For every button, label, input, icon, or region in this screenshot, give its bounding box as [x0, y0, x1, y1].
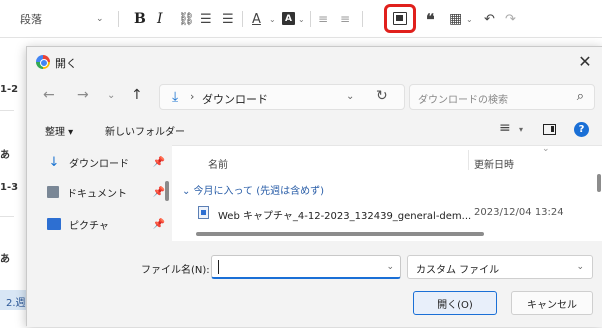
file-name: Web キャプチャ_4-12-2023_132439_general-dem..…: [218, 211, 472, 222]
navigation-bar: ← → ⌄ ↑ ⤓ › ダウンロード ⌄ ↻ ダウンロードの検索 ⌕: [27, 79, 602, 113]
chrome-icon: [36, 55, 50, 69]
nav-item-documents[interactable]: ドキュメント 📌: [47, 183, 165, 201]
filename-input[interactable]: ⌄: [211, 255, 401, 279]
column-header-name[interactable]: 名前: [208, 156, 228, 171]
bold-button[interactable]: B: [134, 10, 146, 28]
editor-line: [0, 216, 14, 217]
horizontal-scrollbar[interactable]: [196, 232, 484, 236]
font-color-icon[interactable]: A: [252, 10, 261, 28]
nav-item-label: ピクチャ: [69, 220, 109, 232]
italic-button[interactable]: I: [157, 10, 163, 28]
quote-icon[interactable]: ❝: [426, 10, 435, 29]
filename-label: ファイル名(N):: [141, 265, 210, 276]
refresh-icon[interactable]: ↻: [376, 88, 388, 104]
chevron-down-icon[interactable]: ⌄: [298, 10, 305, 28]
link-icon[interactable]: ⛓: [178, 10, 195, 28]
dialog-title: 開く: [55, 57, 77, 70]
toolbar-divider: [362, 11, 363, 27]
open-file-dialog: 開く ✕ ← → ⌄ ↑ ⤓ › ダウンロード ⌄ ↻ ダウンロードの検索 ⌕ …: [26, 46, 602, 327]
nav-item-downloads[interactable]: ↓ ダウンロード 📌: [47, 153, 165, 171]
column-header-date[interactable]: 更新日時: [474, 156, 514, 171]
text-caret: [218, 260, 219, 274]
outdent-icon[interactable]: ≡: [340, 10, 350, 28]
command-bar: 整理 ▾ 新しいフォルダー ≡ ▾ ?: [27, 117, 602, 143]
editor-text-fragment: あ: [0, 150, 10, 161]
sort-chevron-icon: ⌄: [542, 144, 550, 154]
editor-text-fragment: あ: [0, 254, 10, 265]
new-folder-button[interactable]: 新しいフォルダー: [105, 123, 185, 138]
chevron-down-icon[interactable]: ⌄: [466, 10, 473, 28]
search-icon[interactable]: ⌕: [577, 89, 584, 104]
pictures-icon: [47, 218, 61, 230]
editor-text-fragment: 1-2: [0, 84, 19, 95]
nav-item-label: ドキュメント: [67, 188, 127, 200]
pin-icon: 📌: [152, 156, 165, 168]
close-icon[interactable]: ✕: [574, 50, 596, 72]
chevron-down-icon[interactable]: ▾: [519, 125, 523, 134]
chevron-down-icon[interactable]: ⌄: [346, 91, 354, 102]
search-input[interactable]: ダウンロードの検索 ⌕: [409, 84, 595, 110]
vertical-scrollbar[interactable]: [597, 174, 601, 192]
bulleted-list-icon[interactable]: ☰: [200, 10, 212, 28]
cancel-button[interactable]: キャンセル: [511, 291, 593, 315]
download-icon: ↓: [48, 154, 60, 170]
editor-text-fragment: 1-3: [0, 182, 19, 193]
group-header[interactable]: ⌄ 今月に入って (先週は含めず): [182, 182, 324, 197]
back-arrow-icon[interactable]: ←: [43, 87, 55, 103]
forward-arrow-icon[interactable]: →: [77, 87, 89, 103]
table-icon[interactable]: ▦: [449, 10, 462, 28]
documents-icon: [47, 186, 59, 198]
search-placeholder: ダウンロードの検索: [418, 95, 508, 106]
address-bar[interactable]: ⤓ › ダウンロード ⌄ ↻: [159, 84, 405, 110]
chevron-down-icon: ⌄: [576, 262, 584, 272]
background-color-icon[interactable]: A: [282, 12, 295, 25]
download-folder-icon: ⤓: [172, 89, 179, 105]
chevron-down-icon[interactable]: ⌄: [269, 10, 276, 28]
recent-locations-chevron-icon[interactable]: ⌄: [107, 90, 115, 101]
chevron-down-icon[interactable]: ⌄: [96, 10, 104, 28]
column-divider[interactable]: [468, 150, 469, 170]
pin-icon: 📌: [152, 186, 165, 198]
dialog-titlebar: 開く ✕: [27, 47, 602, 77]
navigation-pane: ↓ ダウンロード 📌 ドキュメント 📌 ピクチャ 📌: [27, 145, 169, 241]
indent-icon[interactable]: ≡: [318, 10, 328, 28]
organize-button[interactable]: 整理 ▾: [45, 123, 73, 138]
scrollbar-thumb[interactable]: [165, 181, 169, 201]
nav-item-label: ダウンロード: [69, 158, 129, 170]
help-icon[interactable]: ?: [574, 122, 589, 137]
view-options-icon[interactable]: ≡: [499, 120, 511, 136]
pin-icon: 📌: [152, 218, 165, 230]
paragraph-style-dropdown[interactable]: 段落: [20, 10, 42, 28]
undo-icon[interactable]: ↶: [484, 10, 495, 28]
path-separator: ›: [190, 90, 195, 103]
chevron-down-icon[interactable]: ⌄: [386, 262, 394, 272]
file-type-value: カスタム ファイル: [416, 265, 500, 276]
dialog-footer: ファイル名(N): ⌄ カスタム ファイル ⌄ 開く(O) キャンセル: [27, 243, 602, 327]
editor-line: [0, 110, 14, 111]
html-file-icon: [198, 206, 209, 219]
open-button[interactable]: 開く(O): [413, 291, 497, 315]
insert-image-icon[interactable]: [393, 12, 407, 25]
path-segment-downloads[interactable]: ダウンロード: [202, 91, 268, 107]
file-date: 2023/12/04 13:24: [474, 207, 564, 218]
preview-pane-icon[interactable]: [543, 124, 556, 135]
numbered-list-icon[interactable]: ☰: [222, 10, 234, 28]
up-arrow-icon[interactable]: ↑: [131, 87, 143, 103]
redo-icon[interactable]: ↷: [505, 10, 516, 28]
nav-item-pictures[interactable]: ピクチャ 📌: [47, 215, 165, 233]
file-type-select[interactable]: カスタム ファイル ⌄: [407, 255, 593, 279]
toolbar-divider: [310, 11, 311, 27]
file-row[interactable]: Web キャプチャ_4-12-2023_132439_general-dem..…: [196, 204, 596, 222]
editor-toolbar: 段落 ⌄ B I ⛓ ☰ ☰ A ⌄ A ⌄ ≡ ≡ ❝ ▦ ⌄ ↶ ↷: [0, 0, 602, 38]
toolbar-divider: [242, 11, 243, 27]
file-list: 名前 更新日時 ⌄ ⌄ 今月に入って (先週は含めず) Web キャプチャ_4-…: [172, 144, 602, 241]
editor-selected-fragment: 2.週: [0, 290, 26, 310]
toolbar-divider: [118, 11, 119, 27]
